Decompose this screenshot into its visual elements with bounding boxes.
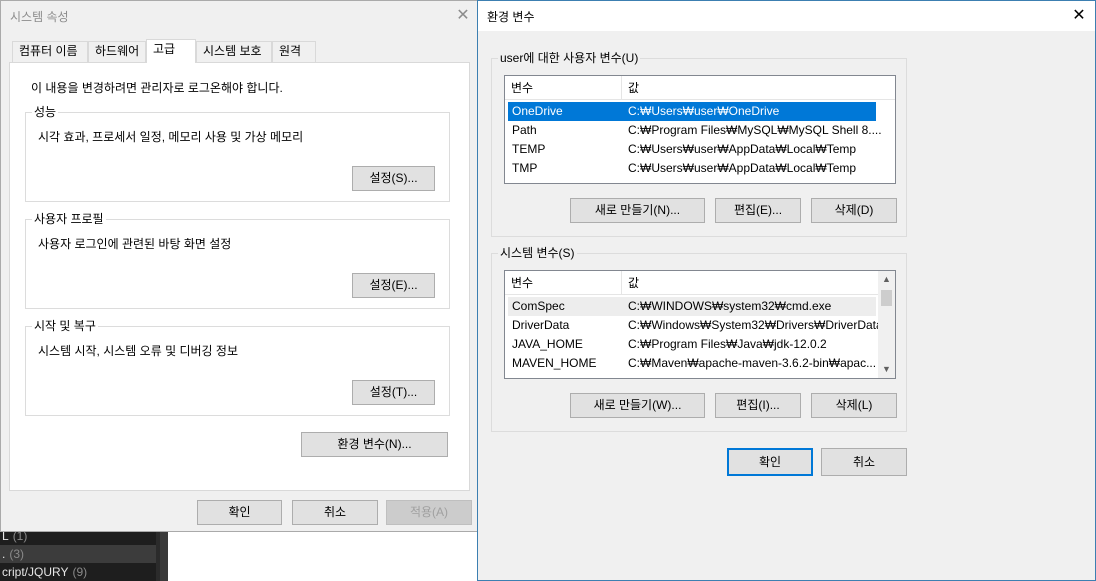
row-variable: DriverData <box>512 318 570 332</box>
performance-settings-button[interactable]: 설정(S)... <box>352 166 435 191</box>
group-legend: user에 대한 사용자 변수(U) <box>498 50 641 66</box>
user-variables-list[interactable]: 변수 값 OneDrive C:₩Users₩user₩OneDrive Pat… <box>504 75 896 184</box>
row-variable: TMP <box>512 161 538 175</box>
group-description: 사용자 로그인에 관련된 바탕 화면 설정 <box>38 237 232 251</box>
ok-button[interactable]: 확인 <box>197 500 282 525</box>
ok-button[interactable]: 확인 <box>727 448 813 476</box>
row-value: C:₩Users₩user₩AppData₩Local₩Temp <box>628 161 857 175</box>
background-pane <box>168 527 478 581</box>
group-description: 시각 효과, 프로세서 일정, 메모리 사용 및 가상 메모리 <box>38 130 304 144</box>
system-edit-button[interactable]: 편집(I)... <box>715 393 801 418</box>
table-row[interactable]: OneDrive C:₩Users₩user₩OneDrive <box>508 102 876 121</box>
table-row[interactable]: JAVA_HOME C:₩Program Files₩Java₩jdk-12.0… <box>508 335 876 354</box>
row-value: C:₩Users₩user₩AppData₩Local₩Temp <box>628 142 857 156</box>
list-item-count: (3) <box>9 547 25 561</box>
background-list: L (1) . (3) cript/JQURY (9) <box>0 527 156 581</box>
group-legend: 시작 및 복구 <box>32 318 98 334</box>
titlebar[interactable]: 시스템 속성 ✕ <box>1 1 477 31</box>
chevron-down-icon[interactable]: ▼ <box>878 361 895 378</box>
user-new-button[interactable]: 새로 만들기(N)... <box>570 198 705 223</box>
cancel-button[interactable]: 취소 <box>821 448 907 476</box>
tab-hardware[interactable]: 하드웨어 <box>88 41 146 62</box>
user-variables-group: user에 대한 사용자 변수(U) 변수 값 OneDrive C:₩User… <box>491 50 907 237</box>
column-header-value[interactable]: 값 <box>621 271 879 295</box>
tab-computer-name[interactable]: 컴퓨터 이름 <box>12 41 88 62</box>
window-title: 시스템 속성 <box>10 10 69 24</box>
system-delete-button[interactable]: 삭제(L) <box>811 393 897 418</box>
vertical-scrollbar[interactable]: ▲ ▼ <box>878 271 895 378</box>
group-legend: 성능 <box>32 104 59 120</box>
splitter[interactable] <box>160 527 168 581</box>
user-edit-button[interactable]: 편집(E)... <box>715 198 801 223</box>
list-item-count: (9) <box>72 565 88 579</box>
system-variables-list[interactable]: 변수 값 ComSpec C:₩WINDOWS₩system32₩cmd.exe… <box>504 270 896 379</box>
row-variable: Path <box>512 123 537 137</box>
row-value: C:₩Users₩user₩OneDrive <box>628 104 780 118</box>
row-value: C:₩Program Files₩Java₩jdk-12.0.2 <box>628 337 827 351</box>
scrollbar-thumb[interactable] <box>881 290 892 306</box>
column-header-variable[interactable]: 변수 <box>505 76 621 100</box>
tab-system-protection[interactable]: 시스템 보호 <box>196 41 272 62</box>
system-variables-group: 시스템 변수(S) 변수 값 ComSpec C:₩WINDOWS₩system… <box>491 245 907 432</box>
group-legend: 시스템 변수(S) <box>498 245 577 261</box>
tab-remote[interactable]: 원격 <box>272 41 316 62</box>
table-row[interactable]: MAVEN_HOME C:₩Maven₩apache-maven-3.6.2-b… <box>508 354 876 373</box>
admin-note: 이 내용을 변경하려면 관리자로 로그온해야 합니다. <box>31 81 283 95</box>
startup-recovery-group: 시작 및 복구 시스템 시작, 시스템 오류 및 디버깅 정보 설정(T)... <box>25 318 450 416</box>
titlebar[interactable]: 환경 변수 ✕ <box>478 1 1095 31</box>
table-row[interactable]: ComSpec C:₩WINDOWS₩system32₩cmd.exe <box>508 297 876 316</box>
row-variable: JAVA_HOME <box>512 337 583 351</box>
row-value: C:₩Program Files₩MySQL₩MySQL Shell 8.... <box>628 123 882 137</box>
group-description: 시스템 시작, 시스템 오류 및 디버깅 정보 <box>38 344 238 358</box>
user-profiles-settings-button[interactable]: 설정(E)... <box>352 273 435 298</box>
user-profiles-group: 사용자 프로필 사용자 로그인에 관련된 바탕 화면 설정 설정(E)... <box>25 211 450 309</box>
list-header: 변수 값 <box>505 271 895 295</box>
window-title: 환경 변수 <box>487 10 535 24</box>
tab-panel-advanced: 이 내용을 변경하려면 관리자로 로그온해야 합니다. 성능 시각 효과, 프로… <box>9 62 470 491</box>
list-item[interactable]: . (3) <box>0 545 156 563</box>
row-variable: TEMP <box>512 142 546 156</box>
system-properties-dialog: 시스템 속성 ✕ 컴퓨터 이름 하드웨어 고급 시스템 보호 원격 이 내용을 … <box>0 0 478 532</box>
background-app: L (1) . (3) cript/JQURY (9) <box>0 527 478 581</box>
row-variable: ComSpec <box>512 299 565 313</box>
row-value: C:₩Windows₩System32₩Drivers₩DriverData <box>628 318 883 332</box>
environment-variables-button[interactable]: 환경 변수(N)... <box>301 432 448 457</box>
row-value: C:₩WINDOWS₩system32₩cmd.exe <box>628 299 832 313</box>
column-header-variable[interactable]: 변수 <box>505 271 621 295</box>
close-icon[interactable]: ✕ <box>452 5 474 27</box>
list-item-label: . <box>2 547 6 561</box>
tab-advanced[interactable]: 고급 <box>146 39 196 63</box>
row-variable: OneDrive <box>512 104 563 118</box>
startup-settings-button[interactable]: 설정(T)... <box>352 380 435 405</box>
list-header: 변수 값 <box>505 76 895 100</box>
row-value: C:₩Maven₩apache-maven-3.6.2-bin₩apac... <box>628 356 876 370</box>
column-header-value[interactable]: 값 <box>621 76 895 100</box>
apply-button: 적용(A) <box>386 500 472 525</box>
table-row[interactable]: TEMP C:₩Users₩user₩AppData₩Local₩Temp <box>508 140 876 159</box>
close-icon[interactable]: ✕ <box>1068 5 1090 27</box>
table-row[interactable]: TMP C:₩Users₩user₩AppData₩Local₩Temp <box>508 159 876 178</box>
list-item[interactable]: cript/JQURY (9) <box>0 563 87 581</box>
list-item-label: cript/JQURY <box>2 565 69 579</box>
table-row[interactable]: DriverData C:₩Windows₩System32₩Drivers₩D… <box>508 316 883 335</box>
cancel-button[interactable]: 취소 <box>292 500 378 525</box>
user-delete-button[interactable]: 삭제(D) <box>811 198 897 223</box>
group-legend: 사용자 프로필 <box>32 211 106 227</box>
performance-group: 성능 시각 효과, 프로세서 일정, 메모리 사용 및 가상 메모리 설정(S)… <box>25 104 450 202</box>
system-new-button[interactable]: 새로 만들기(W)... <box>570 393 705 418</box>
environment-variables-dialog: 환경 변수 ✕ user에 대한 사용자 변수(U) 변수 값 OneDrive… <box>477 0 1096 581</box>
chevron-up-icon[interactable]: ▲ <box>878 271 895 288</box>
row-variable: MAVEN_HOME <box>512 356 597 370</box>
table-row[interactable]: Path C:₩Program Files₩MySQL₩MySQL Shell … <box>508 121 882 140</box>
